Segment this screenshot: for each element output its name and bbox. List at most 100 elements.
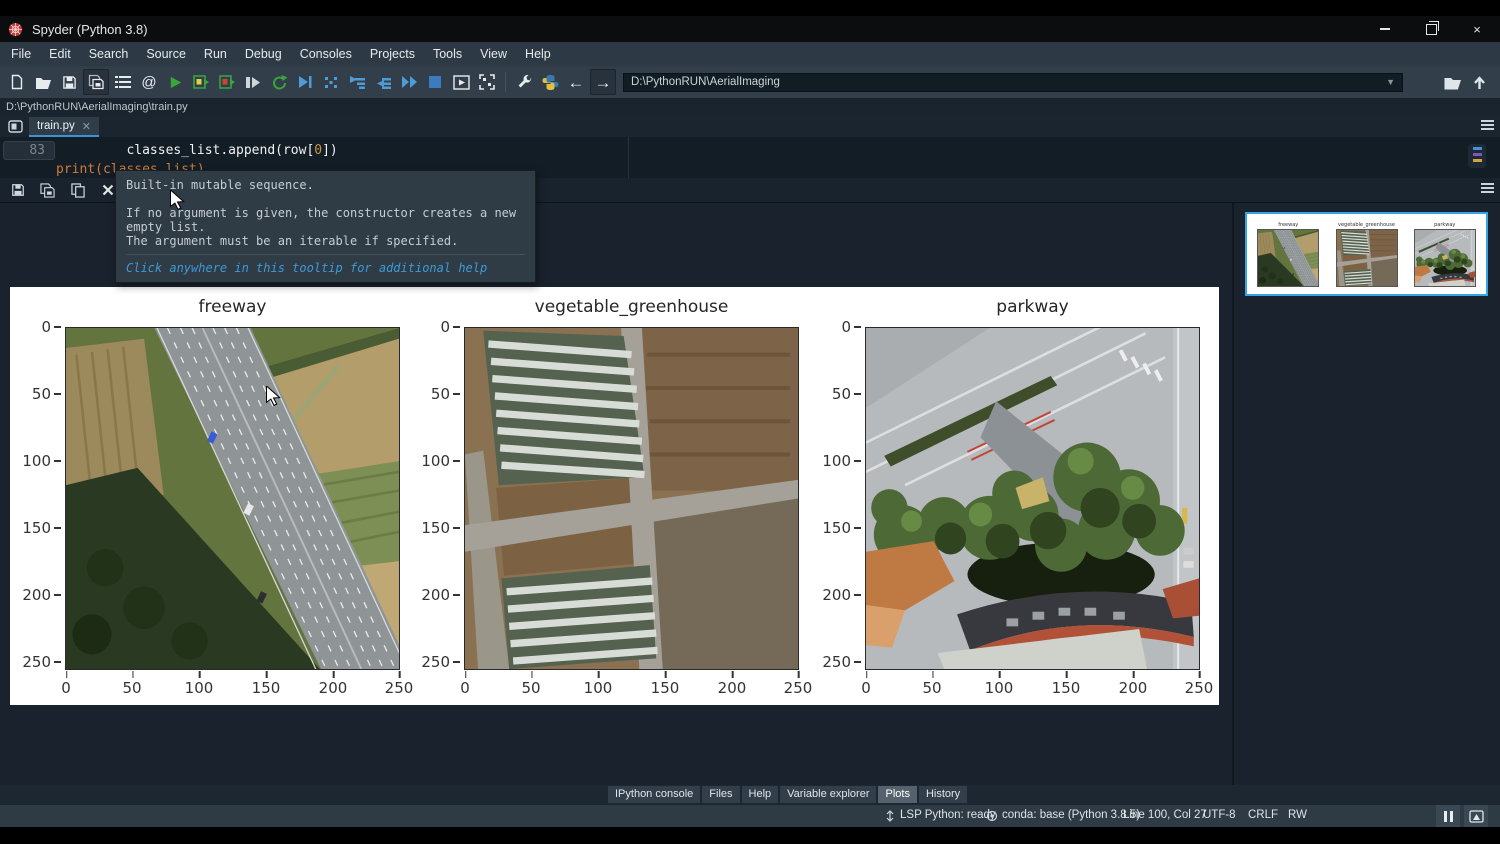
save-all-button[interactable] (83, 69, 109, 95)
browse-directory-button[interactable] (1441, 70, 1465, 94)
aerial-image-freeway (65, 327, 400, 670)
x-tick-label: 0 (61, 679, 71, 697)
stop-debug-button[interactable] (423, 70, 447, 94)
menu-item[interactable]: Tools (424, 47, 471, 61)
remove-icon (102, 184, 114, 196)
y-tick-label: 0 (440, 319, 450, 335)
python-env-button[interactable] (538, 70, 562, 94)
run-file-button[interactable] (163, 70, 187, 94)
y-tick-label: 150 (421, 520, 450, 536)
run-cell-advance-button[interactable] (215, 70, 239, 94)
pane-tab[interactable]: IPython console (608, 786, 700, 803)
save-plot-button[interactable] (9, 182, 26, 199)
browse-tabs-icon (8, 120, 23, 133)
scroll-flag-area[interactable] (1468, 144, 1486, 168)
editor-tab-bar: train.py ✕ (0, 115, 1500, 137)
tooltip-line-3: The argument must be an iterable if spec… (126, 234, 525, 248)
tooltip-divider (126, 254, 525, 255)
menu-item[interactable]: Consoles (291, 47, 361, 61)
help-tooltip[interactable]: Built-in mutable sequence. If no argumen… (115, 170, 536, 283)
thumb-subplot-freeway: freeway (1251, 222, 1325, 287)
find-symbols-button[interactable]: @ (137, 70, 161, 94)
close-button[interactable]: × (1454, 16, 1500, 42)
editor-options-menu-button[interactable] (1481, 120, 1494, 130)
stop-icon (428, 75, 442, 89)
line-number: 83 (3, 141, 55, 160)
pane-tab[interactable]: Plots (878, 786, 916, 803)
plots-options-menu-button[interactable] (1481, 183, 1494, 193)
outline-button[interactable] (111, 70, 135, 94)
debug-continue-button[interactable] (397, 70, 421, 94)
pane-tab[interactable]: Help (742, 786, 779, 803)
restore-button[interactable] (1408, 16, 1454, 42)
chevron-down-icon[interactable]: ▼ (1386, 77, 1395, 87)
menu-item[interactable]: Debug (236, 47, 291, 61)
menu-item[interactable]: View (471, 47, 516, 61)
save-icon (62, 75, 77, 90)
copy-icon (71, 183, 85, 198)
remove-plot-button[interactable] (99, 182, 116, 199)
menu-item[interactable]: Projects (361, 47, 424, 61)
menu-bar: FileEditSearchSourceRunDebugConsolesProj… (0, 42, 1500, 66)
maximize-pane-button[interactable] (449, 70, 473, 94)
run-selection-button[interactable] (241, 70, 265, 94)
open-file-button[interactable] (31, 70, 55, 94)
parent-directory-button[interactable] (1467, 70, 1491, 94)
x-tick-label: 250 (385, 679, 414, 697)
tooltip-help-link[interactable]: Click anywhere in this tooltip for addit… (126, 261, 525, 275)
forward-button[interactable]: → (590, 69, 616, 95)
title-bar: Spyder (Python 3.8) × (0, 16, 1500, 42)
fullscreen-icon (479, 74, 495, 90)
x-tick-label: 50 (122, 679, 141, 697)
debug-continue-dots-button[interactable] (319, 70, 343, 94)
back-arrow-icon: ← (568, 75, 585, 90)
copy-plot-button[interactable] (69, 182, 86, 199)
x-tick-label: 100 (584, 679, 613, 697)
pane-tab[interactable]: Variable explorer (780, 786, 876, 803)
pause-icon (1444, 811, 1453, 822)
subplot-title: freeway (199, 297, 267, 317)
debug-dots-icon (324, 76, 339, 89)
minimize-button[interactable] (1362, 16, 1408, 42)
new-file-button[interactable] (5, 70, 29, 94)
preview-button[interactable] (1464, 805, 1488, 827)
plot-thumbnail-selected[interactable]: freeway vegetable_greenhouse parkway (1245, 212, 1488, 296)
debug-step-button[interactable] (293, 70, 317, 94)
back-button[interactable]: ← (564, 70, 588, 94)
browse-tabs-button[interactable] (3, 117, 27, 136)
step-over-button[interactable] (345, 70, 369, 94)
tooltip-line-2: If no argument is given, the constructor… (126, 206, 525, 234)
working-directory-input[interactable]: D:\PythonRUN\AerialImaging ▼ (623, 73, 1403, 92)
pane-tab[interactable]: Files (702, 786, 739, 803)
wrench-icon (516, 74, 533, 91)
outline-icon (115, 75, 131, 89)
y-tick-label: 100 (421, 453, 450, 469)
tab-close-icon[interactable]: ✕ (82, 120, 91, 133)
run-cell-button[interactable] (189, 70, 213, 94)
x-tick-label: 200 (1119, 679, 1148, 697)
pause-button[interactable] (1436, 805, 1460, 827)
menu-item[interactable]: Search (80, 47, 138, 61)
step-return-icon (375, 76, 392, 89)
editor-tab-trainpy[interactable]: train.py ✕ (29, 117, 99, 137)
preferences-button[interactable] (512, 70, 536, 94)
menu-item[interactable]: Run (195, 47, 236, 61)
at-icon: @ (141, 75, 156, 90)
rerun-button[interactable] (267, 70, 291, 94)
python-icon (542, 74, 559, 91)
menu-item[interactable]: Help (516, 47, 560, 61)
x-tick-label: 150 (651, 679, 680, 697)
run-cell-icon (193, 74, 210, 90)
fullscreen-button[interactable] (475, 70, 499, 94)
save-button[interactable] (57, 70, 81, 94)
restart-icon (271, 74, 288, 91)
menu-item[interactable]: File (2, 47, 40, 61)
bottom-pane-tab-strip: IPython consoleFilesHelpVariable explore… (0, 785, 1500, 805)
x-tick-label: 250 (1185, 679, 1214, 697)
step-return-button[interactable] (371, 70, 395, 94)
menu-item[interactable]: Source (137, 47, 195, 61)
save-all-plots-button[interactable] (39, 182, 56, 199)
menu-item[interactable]: Edit (40, 47, 80, 61)
pane-tab[interactable]: History (919, 786, 967, 803)
aerial-image-greenhouse (464, 327, 799, 670)
